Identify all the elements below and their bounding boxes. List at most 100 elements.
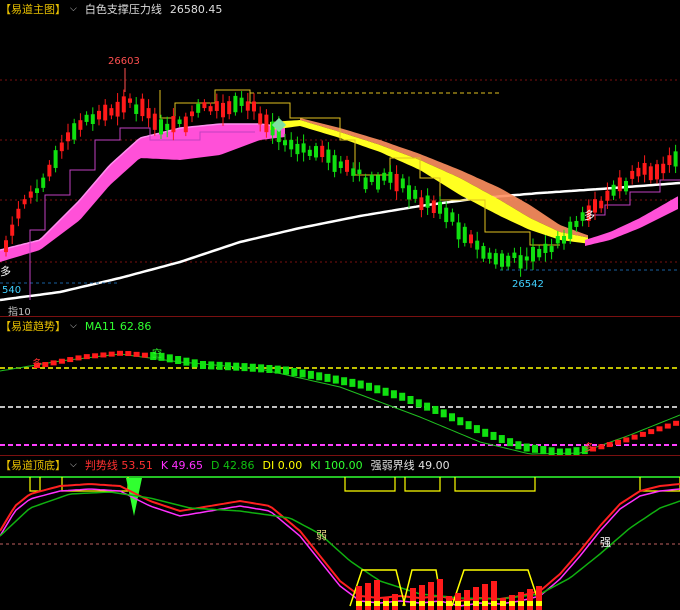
trend-bar-green — [366, 382, 372, 391]
candle-down — [53, 150, 58, 168]
candle-down — [289, 139, 294, 150]
candle-down — [332, 155, 337, 172]
candle-up — [419, 197, 424, 211]
candle-down — [357, 169, 362, 174]
candle-up — [115, 101, 120, 117]
trend-bar-green — [390, 390, 397, 399]
trend-panel[interactable]: 【易道趋势】 ⌵ MA11 62.86 多 空 多 — [0, 316, 680, 455]
trend-bar-green — [515, 441, 522, 450]
candle-down — [351, 168, 356, 176]
left-marker-label: 指10 — [8, 307, 31, 316]
candle-down — [475, 240, 480, 250]
top-bracket-3 — [404, 477, 441, 492]
trend-bar-green — [565, 448, 572, 455]
candle-up — [431, 200, 436, 214]
bottom-yellow-box — [464, 601, 470, 606]
trend-title[interactable]: 【易道趋势】 — [0, 318, 66, 334]
mark-qiang: 强 — [600, 536, 611, 549]
trend-bar-green — [498, 435, 505, 444]
trend-bar-green — [457, 417, 464, 426]
candle-down — [450, 212, 455, 222]
ma-label: MA11 — [84, 319, 116, 333]
candle-down — [493, 253, 498, 265]
trend-bar-green — [573, 447, 580, 455]
candle-down — [326, 149, 331, 163]
trend-bar-green — [200, 361, 206, 369]
bottom-red-bar — [536, 586, 542, 610]
indicator-0: 判势线 53.51 — [84, 459, 153, 472]
bottom-red-bar — [419, 585, 425, 610]
candle-up — [214, 101, 219, 111]
candle-up — [252, 101, 256, 112]
trend-bar-green — [283, 366, 289, 375]
candle-down — [283, 140, 287, 146]
candle-down — [196, 103, 201, 113]
trend-bar-red — [92, 353, 99, 359]
trend-bar-green — [440, 409, 447, 418]
k-line — [0, 488, 680, 607]
candle-down — [537, 248, 542, 258]
trend-bar-green — [175, 356, 182, 365]
candle-down — [407, 185, 411, 200]
trend-bar-green — [482, 428, 489, 437]
candle-up — [599, 200, 604, 209]
candle-up — [47, 164, 52, 177]
bottom-yellow-box — [518, 601, 524, 606]
trend-bar-red — [673, 420, 680, 426]
trend-mark-duo: 多 — [32, 359, 42, 370]
trend-bar-green — [307, 370, 314, 379]
bottom-red-bar — [464, 590, 470, 610]
candle-up — [617, 177, 622, 192]
main-chart-header: 【易道主图】 ⌵ 白色支撑压力线 26580.45 — [0, 0, 222, 18]
chevron-down-icon[interactable]: ⌵ — [70, 321, 77, 331]
trend-bar-red — [598, 444, 605, 450]
top-bottom-panel[interactable]: 【易道顶底】 ⌵ 判势线 53.51 K 49.65 D 42.86 DI 0.00 K… — [0, 455, 680, 610]
candle-down — [41, 177, 46, 188]
trend-bar-green — [241, 363, 248, 372]
trend-bar-red — [67, 357, 74, 363]
trend-bar-green — [332, 375, 339, 384]
trend-bar-red — [664, 423, 671, 429]
candle-down — [543, 243, 548, 253]
bottom-yellow-box — [527, 601, 533, 606]
top-bottom-title[interactable]: 【易道顶底】 — [0, 457, 66, 473]
trend-canvas[interactable] — [0, 317, 680, 455]
trend-bar-red — [125, 351, 132, 357]
main-chart-title[interactable]: 【易道主图】 — [0, 1, 66, 17]
candle-down — [233, 95, 238, 113]
candle-down — [574, 220, 579, 227]
candle-down — [35, 188, 39, 193]
trend-bar-red — [83, 354, 90, 360]
candle-down — [456, 222, 461, 240]
top-bottom-canvas[interactable] — [0, 456, 680, 610]
chevron-down-icon[interactable]: ⌵ — [70, 460, 77, 470]
candle-up — [655, 164, 659, 180]
candle-down — [506, 255, 511, 267]
candle-down — [438, 201, 442, 214]
bottom-yellow-box — [473, 601, 479, 606]
candle-up — [78, 120, 83, 130]
candle-up — [642, 163, 647, 175]
trend-bar-red — [141, 352, 148, 358]
trend-bar-green — [424, 402, 431, 411]
indicator-value: 26580.45 — [169, 2, 223, 16]
main-chart-canvas[interactable] — [0, 0, 680, 316]
candle-down — [376, 175, 380, 190]
ma-value: 62.86 — [119, 319, 152, 333]
candle-up — [109, 108, 114, 116]
chevron-down-icon[interactable]: ⌵ — [70, 4, 77, 14]
candle-down — [301, 143, 306, 153]
indicator-3: DI 0.00 — [262, 458, 303, 472]
trend-bar-green — [266, 364, 273, 373]
mark-ruo: 弱 — [316, 529, 327, 542]
candle-up — [66, 132, 70, 142]
candle-down — [444, 207, 449, 223]
trend-header: 【易道趋势】 ⌵ MA11 62.86 — [0, 317, 151, 335]
main-chart-panel[interactable]: 【易道主图】 ⌵ 白色支撑压力线 26580.45 26603 26542 54… — [0, 0, 680, 316]
step-line — [159, 89, 560, 246]
bottom-yellow-box — [374, 601, 380, 606]
bottom-red-bar — [356, 586, 362, 610]
candle-up — [140, 98, 145, 117]
candle-down — [72, 123, 77, 140]
trend-bar-red — [656, 426, 663, 432]
